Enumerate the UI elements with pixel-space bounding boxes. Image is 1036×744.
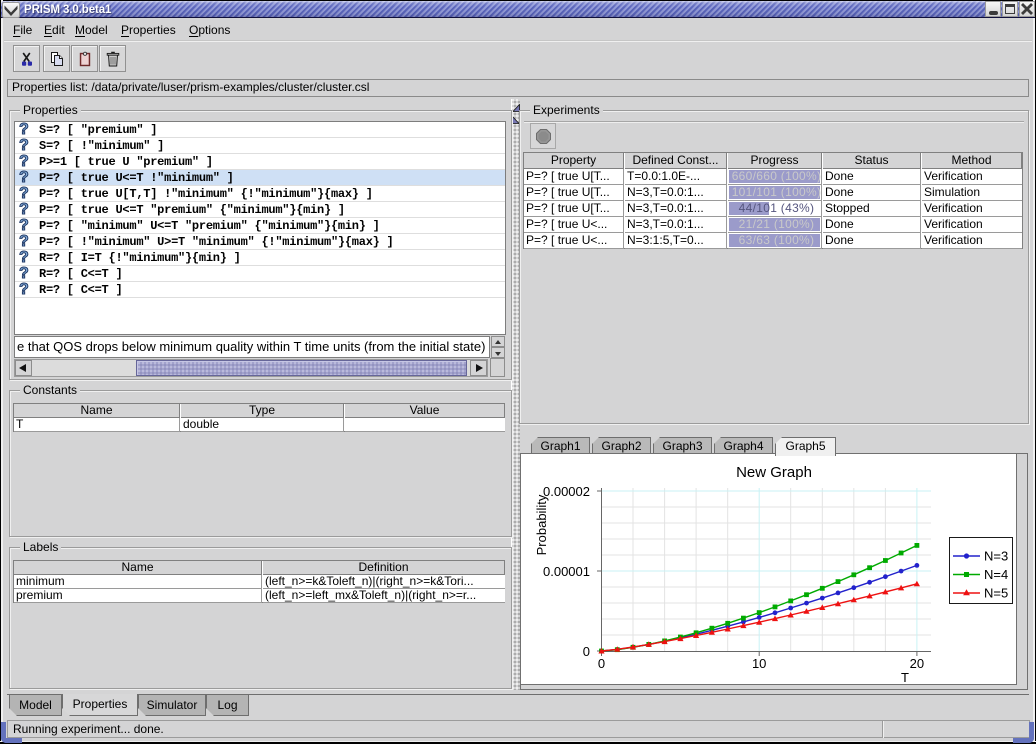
svg-text:0: 0 [583, 644, 590, 659]
svg-text:T: T [901, 670, 909, 685]
svg-text:0: 0 [598, 656, 605, 671]
svg-text:N=4: N=4 [984, 567, 1008, 582]
svg-text:Probability: Probability [534, 494, 549, 555]
svg-text:New Graph: New Graph [736, 464, 812, 481]
svg-text:20: 20 [910, 656, 924, 671]
svg-text:N=3: N=3 [984, 549, 1008, 564]
svg-text:0.00001: 0.00001 [543, 564, 590, 579]
svg-text:10: 10 [752, 656, 766, 671]
svg-text:N=5: N=5 [984, 586, 1008, 601]
svg-text:0.00002: 0.00002 [543, 484, 590, 499]
